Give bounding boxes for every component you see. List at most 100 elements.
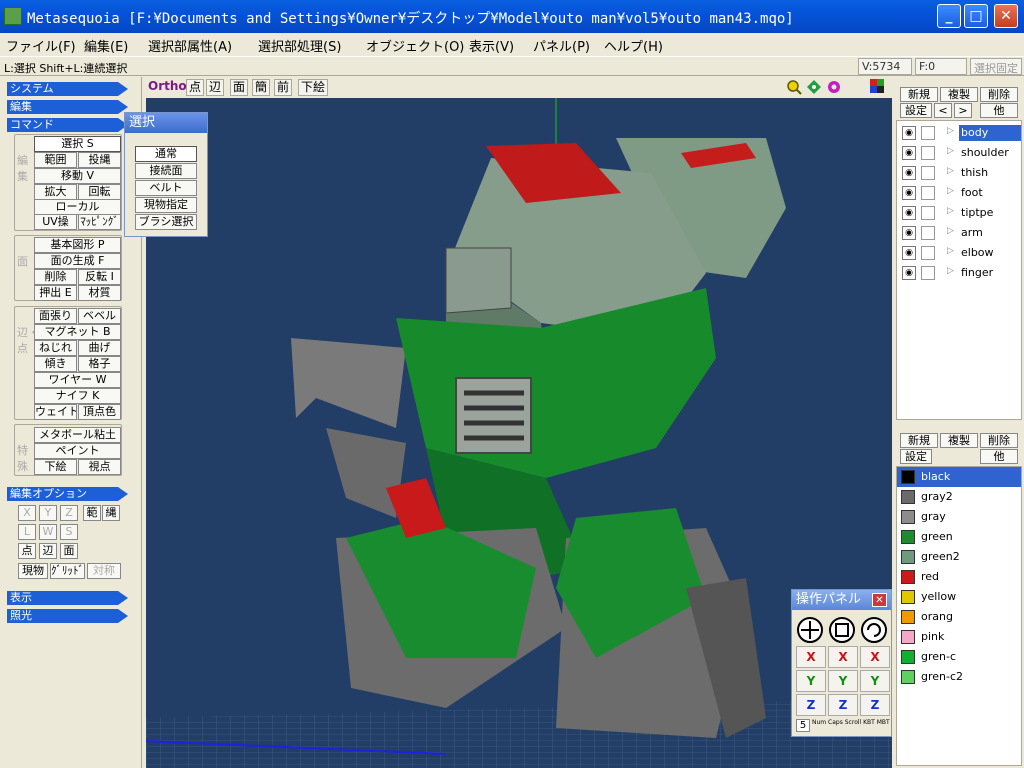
close-button[interactable]: ✕ xyxy=(994,4,1018,28)
material-settings-button[interactable]: 設定 xyxy=(900,449,932,464)
extrude-command-button[interactable]: 押出 E xyxy=(34,285,77,301)
eye-icon[interactable]: ◉ xyxy=(902,126,916,140)
menu-help[interactable]: ヘルプ(H) xyxy=(604,36,663,55)
symmetry-toggle[interactable]: 対称 xyxy=(87,563,121,579)
object-row[interactable]: ◉ ▷ finger xyxy=(897,263,1021,283)
rotate-command-button[interactable]: 回転 xyxy=(78,184,121,200)
mapping-command-button[interactable]: ﾏｯﾋﾟﾝｸﾞ xyxy=(78,214,121,230)
axis-z-toggle[interactable]: Z xyxy=(60,505,78,521)
face-mode-toggle[interactable]: 面 xyxy=(60,543,78,559)
rotate-view-icon[interactable] xyxy=(826,79,842,95)
expand-icon[interactable]: ▷ xyxy=(947,246,954,256)
uv-command-button[interactable]: UV操 xyxy=(34,214,77,230)
lasso-command-button[interactable]: 投縄 xyxy=(78,152,121,168)
lock-toggle[interactable] xyxy=(921,186,935,200)
select-mode-current[interactable]: 現物指定 xyxy=(135,197,197,213)
twist-command-button[interactable]: ねじれ xyxy=(34,340,77,356)
3d-viewport[interactable] xyxy=(146,98,892,768)
wire-command-button[interactable]: ワイヤー W xyxy=(34,372,121,388)
bend-command-button[interactable]: 曲げ xyxy=(78,340,121,356)
object-delete-button[interactable]: 削除 xyxy=(980,87,1018,102)
rotate-z-button[interactable]: Z xyxy=(860,694,890,716)
select-mode-connected[interactable]: 接続面 xyxy=(135,163,197,179)
pan-icon[interactable] xyxy=(806,79,822,95)
material-other-button[interactable]: 他 xyxy=(980,449,1018,464)
zoom-icon[interactable] xyxy=(786,79,802,95)
underlay-command-button[interactable]: 下絵 xyxy=(34,459,77,475)
point-mode-toggle[interactable]: 点 xyxy=(18,543,36,559)
move-handle-icon[interactable] xyxy=(796,616,824,644)
minimize-button[interactable]: _ xyxy=(937,4,961,28)
maximize-button[interactable]: □ xyxy=(964,4,988,28)
material-row[interactable]: green2 xyxy=(897,547,1021,567)
section-display[interactable]: 表示 xyxy=(7,591,128,605)
primitive-command-button[interactable]: 基本図形 P xyxy=(34,237,121,253)
lock-toggle[interactable] xyxy=(921,146,935,160)
eye-icon[interactable]: ◉ xyxy=(902,146,916,160)
menu-selection-attr[interactable]: 選択部属性(A) xyxy=(148,36,232,55)
view-simple-toggle[interactable]: 簡 xyxy=(252,79,270,96)
material-row[interactable]: gren-c2 xyxy=(897,667,1021,687)
grid-value-field[interactable]: 5 xyxy=(796,719,810,732)
delete-command-button[interactable]: 削除 xyxy=(34,269,77,285)
screen-s-toggle[interactable]: S xyxy=(60,524,78,540)
axis-x-toggle[interactable]: X xyxy=(18,505,36,521)
flip-command-button[interactable]: 反転 I xyxy=(78,269,121,285)
rotate-y-button[interactable]: Y xyxy=(860,670,890,692)
menu-selection-proc[interactable]: 選択部処理(S) xyxy=(258,36,341,55)
lock-toggle[interactable] xyxy=(921,126,935,140)
object-row[interactable]: ◉ ▷ thish xyxy=(897,163,1021,183)
range-command-button[interactable]: 範囲 xyxy=(34,152,77,168)
eye-icon[interactable]: ◉ xyxy=(902,226,916,240)
object-row[interactable]: ◉ ▷ shoulder xyxy=(897,143,1021,163)
object-row[interactable]: ◉ ▷ foot xyxy=(897,183,1021,203)
eye-icon[interactable]: ◉ xyxy=(902,246,916,260)
material-row[interactable]: yellow xyxy=(897,587,1021,607)
eye-icon[interactable]: ◉ xyxy=(902,186,916,200)
object-row[interactable]: ◉ ▷ tiptpe xyxy=(897,203,1021,223)
material-delete-button[interactable]: 削除 xyxy=(980,433,1018,448)
menu-edit[interactable]: 編集(E) xyxy=(84,36,128,55)
lattice-command-button[interactable]: 格子 xyxy=(78,356,121,372)
material-row[interactable]: green xyxy=(897,527,1021,547)
menu-view[interactable]: 表示(V) xyxy=(469,36,514,55)
menu-file[interactable]: ファイル(F) xyxy=(6,36,76,55)
lock-toggle[interactable] xyxy=(921,246,935,260)
object-duplicate-button[interactable]: 複製 xyxy=(940,87,978,102)
material-row[interactable]: gray2 xyxy=(897,487,1021,507)
scale-handle-icon[interactable] xyxy=(828,616,856,644)
section-edit[interactable]: 編集 xyxy=(7,100,128,114)
local-l-toggle[interactable]: L xyxy=(18,524,36,540)
section-command[interactable]: コマンド xyxy=(7,118,128,132)
section-lighting[interactable]: 照光 xyxy=(7,609,128,623)
material-new-button[interactable]: 新規 xyxy=(900,433,938,448)
world-w-toggle[interactable]: W xyxy=(39,524,57,540)
metaball-command-button[interactable]: メタボール粘土 xyxy=(34,427,121,443)
object-row[interactable]: ◉ ▷ body xyxy=(897,123,1021,143)
axis-y-toggle[interactable]: Y xyxy=(39,505,57,521)
scale-command-button[interactable]: 拡大 xyxy=(34,184,77,200)
eye-icon[interactable]: ◉ xyxy=(902,206,916,220)
lock-toggle[interactable] xyxy=(921,266,935,280)
operation-panel-close-icon[interactable]: ✕ xyxy=(872,593,887,607)
scale-x-button[interactable]: X xyxy=(828,646,858,668)
range-toggle[interactable]: 範 xyxy=(83,505,101,521)
lock-toggle[interactable] xyxy=(921,166,935,180)
material-row[interactable]: red xyxy=(897,567,1021,587)
lasso-toggle[interactable]: 縄 xyxy=(102,505,120,521)
paint-command-button[interactable]: ペイント xyxy=(34,443,121,459)
object-row[interactable]: ◉ ▷ elbow xyxy=(897,243,1021,263)
select-mode-brush[interactable]: ブラシ選択 xyxy=(135,214,197,230)
material-duplicate-button[interactable]: 複製 xyxy=(940,433,978,448)
eye-icon[interactable]: ◉ xyxy=(902,266,916,280)
expand-icon[interactable]: ▷ xyxy=(947,146,954,156)
object-row[interactable]: ◉ ▷ arm xyxy=(897,223,1021,243)
move-x-button[interactable]: X xyxy=(796,646,826,668)
view-point-toggle[interactable]: 点 xyxy=(186,79,204,96)
object-new-button[interactable]: 新規 xyxy=(900,87,938,102)
move-command-button[interactable]: 移動 V xyxy=(34,168,121,184)
current-object-toggle[interactable]: 現物 xyxy=(18,563,48,579)
eye-icon[interactable]: ◉ xyxy=(902,166,916,180)
magnet-command-button[interactable]: マグネット B xyxy=(34,324,121,340)
object-other-button[interactable]: 他 xyxy=(980,103,1018,118)
